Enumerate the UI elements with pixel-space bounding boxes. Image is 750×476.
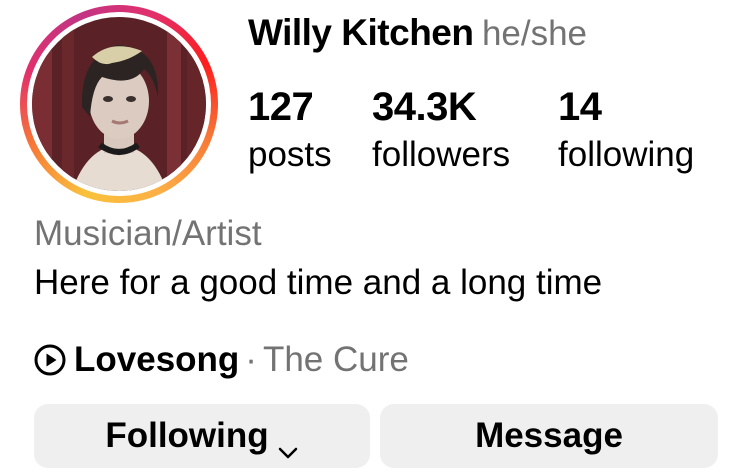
stat-followers[interactable]: 34.3K followers <box>372 84 510 176</box>
message-button-label: Message <box>475 416 623 455</box>
play-circle-icon[interactable] <box>34 344 66 376</box>
avatar-frame <box>27 12 211 196</box>
stat-following[interactable]: 14 following <box>558 84 694 176</box>
story-ring[interactable] <box>20 5 218 203</box>
avatar-image <box>32 17 206 191</box>
song-title[interactable]: Lovesong <box>74 340 239 380</box>
following-button-label: Following <box>105 416 269 455</box>
profile-bio: Here for a good time and a long time <box>34 263 603 302</box>
following-button[interactable]: Following <box>34 404 370 468</box>
profile-category: Musician/Artist <box>34 214 262 253</box>
profile-header: Willy Kitchen he/she <box>248 12 587 54</box>
stat-value: 127 <box>248 85 314 129</box>
stat-value: 14 <box>558 85 602 129</box>
stat-value: 34.3K <box>372 85 477 129</box>
stat-label: posts <box>248 135 332 174</box>
profile-name: Willy Kitchen <box>248 12 474 53</box>
song-artist[interactable]: The Cure <box>263 340 409 380</box>
stat-label: following <box>558 135 695 174</box>
chevron-down-icon <box>277 429 299 459</box>
stat-posts[interactable]: 127 posts <box>248 84 332 176</box>
profile-pronouns: he/she <box>481 14 588 53</box>
stat-label: followers <box>372 135 511 174</box>
avatar[interactable] <box>32 17 206 191</box>
profile-music[interactable]: Lovesong · The Cure <box>34 338 409 382</box>
separator-dot: · <box>245 340 257 379</box>
message-button[interactable]: Message <box>380 404 718 468</box>
